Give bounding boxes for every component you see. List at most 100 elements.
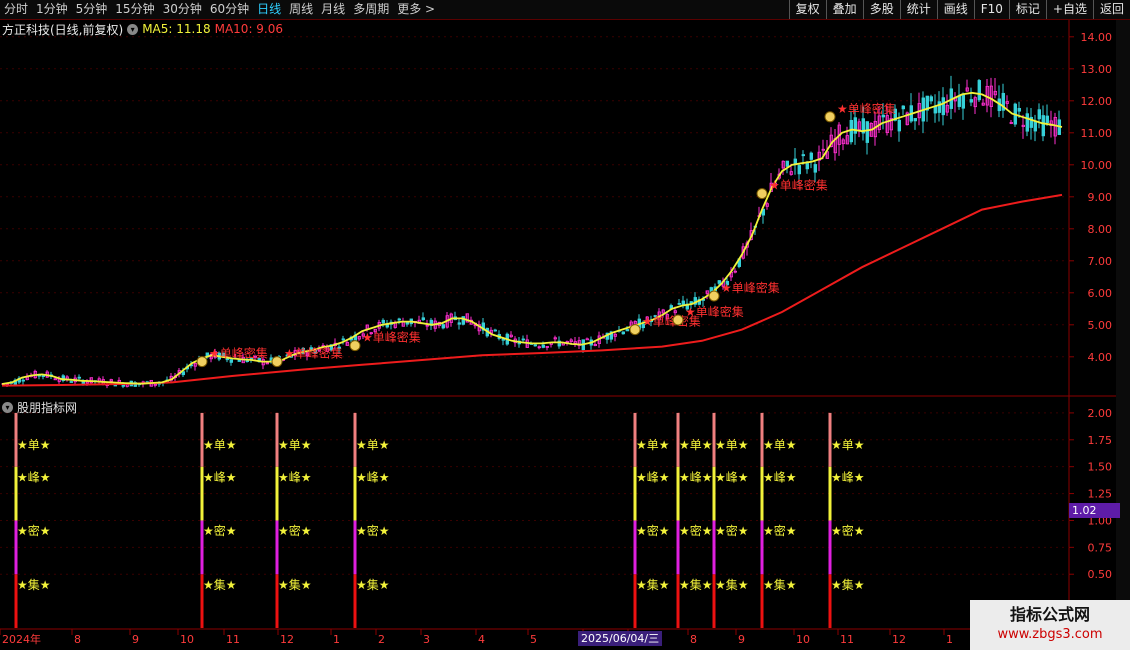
indicator-label: ★集★: [203, 577, 237, 592]
candle-body: [493, 329, 497, 332]
indicator-label: ★峰★: [278, 470, 312, 484]
candle-body: [957, 95, 961, 107]
candle-body: [849, 119, 853, 143]
price-tick-label: 4.00: [1088, 351, 1113, 364]
price-tick-label: 9.00: [1088, 191, 1113, 204]
indicator-label: ★集★: [278, 577, 312, 592]
chevron-down-icon[interactable]: ▾: [127, 23, 139, 35]
indicator-label: ★峰★: [763, 470, 797, 484]
indicator-label: ★峰★: [356, 470, 390, 484]
candle-body: [1017, 107, 1021, 112]
candle-body: [457, 322, 461, 325]
signal-label: ★单峰密集: [837, 101, 896, 116]
indicator-value-badge: 1.02: [1069, 503, 1120, 518]
chevron-down-icon[interactable]: ▾: [2, 402, 13, 413]
x-tick-label: 10: [180, 633, 194, 646]
indicator-tick-label: 1.25: [1088, 488, 1113, 501]
indicator-label: ★单★: [636, 438, 670, 452]
indicator-label: ★峰★: [203, 470, 237, 484]
x-tick-label: 8: [690, 633, 697, 646]
chart-grid: [0, 20, 1130, 630]
indicator-label: ★集★: [715, 577, 749, 592]
candle-body: [1037, 109, 1041, 120]
signal-label: ★单峰密集: [721, 280, 780, 295]
candle-body: [181, 371, 185, 376]
indicator-tick-label: 2.00: [1088, 407, 1113, 420]
price-tick-label: 12.00: [1081, 95, 1113, 108]
indicator-label: ★峰★: [831, 470, 865, 484]
indicator-tick-label: 1.50: [1088, 461, 1113, 474]
watermark-title: 指标公式网: [1009, 605, 1090, 624]
money-bag-icon: [349, 340, 361, 352]
x-tick-label: 2: [378, 633, 385, 646]
stock-chart[interactable]: ★单峰密集 ★单峰密集★单峰密集★单峰密集★单峰密集★单峰密集★单峰密集★单峰密集…: [0, 0, 1130, 650]
candle-body: [813, 164, 817, 173]
x-tick-label: 12: [892, 633, 906, 646]
x-tick-label: 10: [796, 633, 810, 646]
x-tick-label: 2024年: [2, 632, 41, 646]
indicator-label: ★密★: [715, 523, 749, 538]
ma10-line: [1, 193, 1063, 387]
indicator-label: ★集★: [763, 577, 797, 592]
ma5-line: [1, 91, 1063, 385]
candle-body: [41, 375, 45, 377]
candle-body: [1033, 120, 1037, 132]
x-tick-label: 12: [280, 633, 294, 646]
money-bag-icon: [629, 324, 641, 336]
signals: ★单峰密集 ★单峰密集★单峰密集★单峰密集★单峰密集★单峰密集★单峰密集★单峰密集: [196, 101, 896, 368]
indicator-label: ★峰★: [17, 470, 51, 484]
money-bag-icon: [824, 111, 836, 123]
x-tick-label: 1: [946, 633, 953, 646]
candle-body: [809, 152, 813, 160]
x-tick-label: 1: [333, 633, 340, 646]
indicator-label: ★密★: [763, 523, 797, 538]
money-bag-icon: [196, 356, 208, 368]
indicator-label: ★集★: [679, 577, 713, 592]
candle-body: [913, 118, 917, 122]
price-tick-label: 10.00: [1081, 159, 1113, 172]
candle-body: [521, 338, 525, 341]
indicator-label: ★密★: [203, 523, 237, 538]
candle-body: [929, 96, 933, 102]
indicator-label: ★单★: [356, 438, 390, 452]
axes: 4.005.006.007.008.009.0010.0011.0012.001…: [0, 31, 1112, 646]
candle-body: [785, 160, 789, 167]
indicator-label: ★峰★: [679, 470, 713, 484]
price-tick-label: 11.00: [1081, 127, 1113, 140]
candle-body: [805, 163, 809, 170]
candle-body: [625, 329, 629, 332]
candle-body: [941, 97, 945, 116]
x-tick-label: 11: [226, 633, 240, 646]
x-tick-label: 9: [738, 633, 745, 646]
candle-body: [677, 302, 681, 305]
indicator-label: ★单★: [831, 438, 865, 452]
x-tick-label: 8: [74, 633, 81, 646]
indicator-tick-label: 0.75: [1088, 541, 1113, 554]
candle-body: [1025, 113, 1029, 132]
ma10-label: MA10: 9.06: [214, 22, 284, 36]
price-tick-label: 8.00: [1088, 223, 1113, 236]
indicator-label: ★单★: [763, 438, 797, 452]
candle-body: [69, 381, 73, 383]
indicator-label: ★密★: [278, 523, 312, 538]
money-bag-icon: [271, 356, 283, 368]
signal-label: ★单峰密集: [209, 346, 268, 361]
x-tick-label: 5: [530, 633, 537, 646]
candle-body: [961, 94, 965, 109]
indicator-label: ★单★: [278, 438, 312, 452]
money-bag-icon: [756, 188, 768, 200]
signal-label: ★单峰密集: [685, 304, 744, 319]
indicator-label: ★密★: [636, 523, 670, 538]
candle-body: [977, 80, 981, 101]
indicator-tick-label: 0.50: [1088, 568, 1113, 581]
price-tick-label: 5.00: [1088, 319, 1113, 332]
indicator-label: ★单★: [679, 438, 713, 452]
candle-body: [441, 324, 445, 329]
indicator-label: ★密★: [679, 523, 713, 538]
candle-body: [897, 119, 901, 132]
candle-body: [397, 318, 401, 321]
watermark-url: www.zbgs3.com: [997, 627, 1103, 642]
candle-body: [585, 338, 589, 341]
indicator-label: ★集★: [636, 577, 670, 592]
cursor-date-badge: 2025/06/04/三: [578, 631, 663, 646]
